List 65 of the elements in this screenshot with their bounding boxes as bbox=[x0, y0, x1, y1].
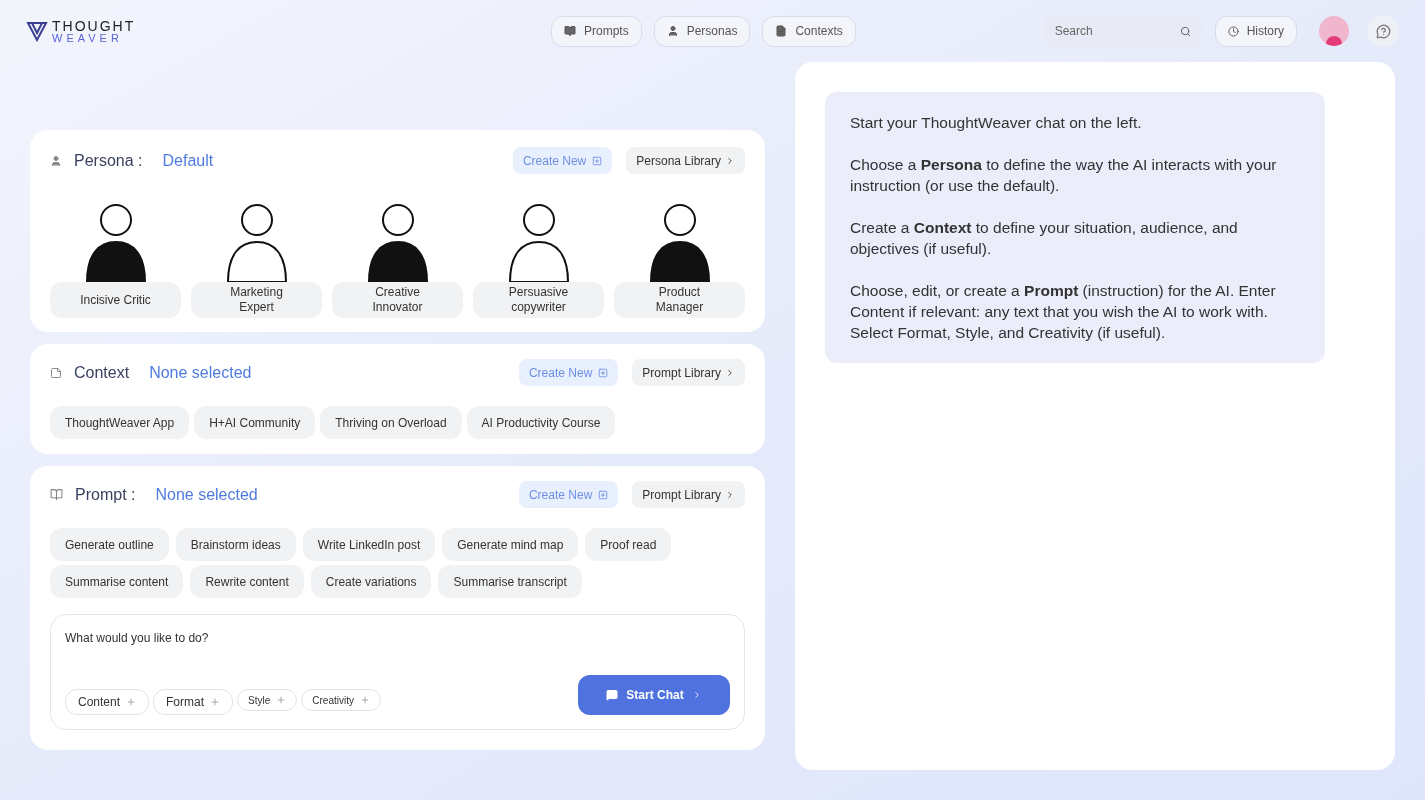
avatar[interactable] bbox=[1319, 16, 1349, 46]
option-chip[interactable]: Write LinkedIn post bbox=[302, 528, 436, 561]
option-chip[interactable]: H+AI Community bbox=[194, 406, 316, 439]
plus-icon bbox=[359, 695, 370, 705]
option-chip[interactable]: Rewrite content bbox=[190, 565, 304, 598]
persona-option[interactable]: Marketing Expert bbox=[191, 282, 322, 318]
person-icon bbox=[50, 154, 62, 167]
logo-icon bbox=[26, 20, 48, 42]
option-chip[interactable]: Thriving on Overload bbox=[320, 406, 462, 439]
chevron-right-icon bbox=[725, 489, 735, 500]
prompt-input[interactable]: What would you like to do? bbox=[65, 629, 730, 647]
logo-subtext: WEAVER bbox=[52, 32, 124, 44]
section-value: None selected bbox=[149, 362, 252, 383]
search-field[interactable]: Search bbox=[1042, 15, 1203, 47]
book-icon bbox=[50, 488, 63, 501]
library-button[interactable]: Prompt Library bbox=[632, 359, 745, 386]
start-chat-button[interactable]: Start Chat bbox=[578, 675, 730, 715]
section-title: Persona : bbox=[74, 150, 143, 171]
plus-icon bbox=[210, 697, 221, 707]
persona-option[interactable]: Creative Innovator bbox=[332, 282, 463, 318]
plus-icon bbox=[276, 695, 287, 705]
instruction-text: Choose a Persona to define the way the AI interacts with your instruction (or use the default). bbox=[850, 155, 1278, 196]
library-button[interactable]: Persona Library bbox=[626, 147, 745, 174]
persona-option[interactable]: Persuasive copywriter bbox=[473, 282, 604, 318]
nav-button[interactable]: Personas bbox=[653, 15, 751, 47]
history-button[interactable]: History bbox=[1214, 15, 1297, 47]
plus-icon bbox=[126, 697, 137, 707]
persona-option[interactable]: Product Manager bbox=[614, 282, 745, 318]
section-value: Default bbox=[162, 150, 214, 171]
option-chip[interactable]: Brainstorm ideas bbox=[175, 528, 296, 561]
option-chip[interactable]: Generate outline bbox=[50, 528, 169, 561]
chevron-right-icon bbox=[725, 155, 735, 166]
plus-square-icon bbox=[598, 489, 609, 500]
nav-icon bbox=[564, 25, 576, 37]
persona-option[interactable]: Incisive Critic bbox=[50, 282, 181, 318]
logo-text: THOUGHT bbox=[52, 18, 136, 33]
nav-button[interactable]: Contexts bbox=[762, 15, 856, 47]
add-option-button[interactable]: Format bbox=[153, 689, 234, 715]
option-chip[interactable]: Generate mind map bbox=[442, 528, 579, 561]
clock-icon bbox=[1227, 25, 1239, 37]
plus-square-icon bbox=[592, 155, 603, 166]
option-chip[interactable]: ThoughtWeaver App bbox=[50, 406, 190, 439]
section-title: Context bbox=[74, 362, 130, 383]
instruction-text: Choose, edit, or create a Prompt (instruction) for the AI. Enter Content if relevant: any text that you wish the AI to work with. Select Format, Style, and Creativity (if useful). bbox=[850, 281, 1277, 343]
nav-button[interactable]: Prompts bbox=[551, 15, 642, 47]
help-button[interactable] bbox=[1367, 15, 1399, 47]
section-value: None selected bbox=[155, 484, 258, 505]
instruction-text: Create a Context to define your situation, audience, and objectives (if useful). bbox=[850, 218, 1239, 259]
plus-square-icon bbox=[598, 367, 609, 378]
search-icon bbox=[1179, 25, 1191, 37]
add-option-button[interactable]: Content bbox=[65, 689, 150, 715]
chevron-right-icon bbox=[725, 367, 735, 378]
help-icon bbox=[1375, 23, 1391, 39]
document-icon bbox=[50, 366, 62, 379]
section-title: Prompt : bbox=[75, 484, 136, 505]
chat-bubble-icon bbox=[606, 689, 619, 701]
option-chip[interactable]: Proof read bbox=[585, 528, 672, 561]
library-button[interactable]: Prompt Library bbox=[632, 481, 745, 508]
option-chip[interactable]: Summarise content bbox=[50, 565, 184, 598]
option-chip[interactable]: Create variations bbox=[310, 565, 432, 598]
nav-icon bbox=[775, 25, 788, 37]
nav-icon bbox=[666, 25, 679, 37]
option-chip[interactable]: Summarise transcript bbox=[438, 565, 582, 598]
instruction-text: Start your ThoughtWeaver chat on the left. bbox=[850, 113, 1143, 133]
option-chip[interactable]: AI Productivity Course bbox=[466, 406, 616, 439]
